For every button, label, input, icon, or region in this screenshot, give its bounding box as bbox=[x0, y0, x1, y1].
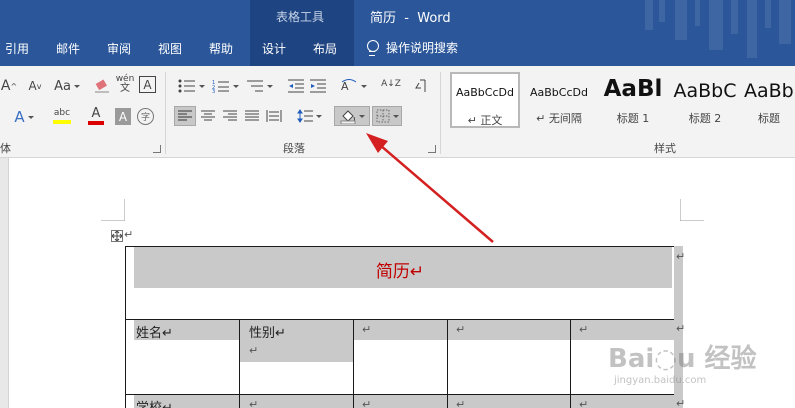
annotation-arrow bbox=[366, 133, 494, 243]
